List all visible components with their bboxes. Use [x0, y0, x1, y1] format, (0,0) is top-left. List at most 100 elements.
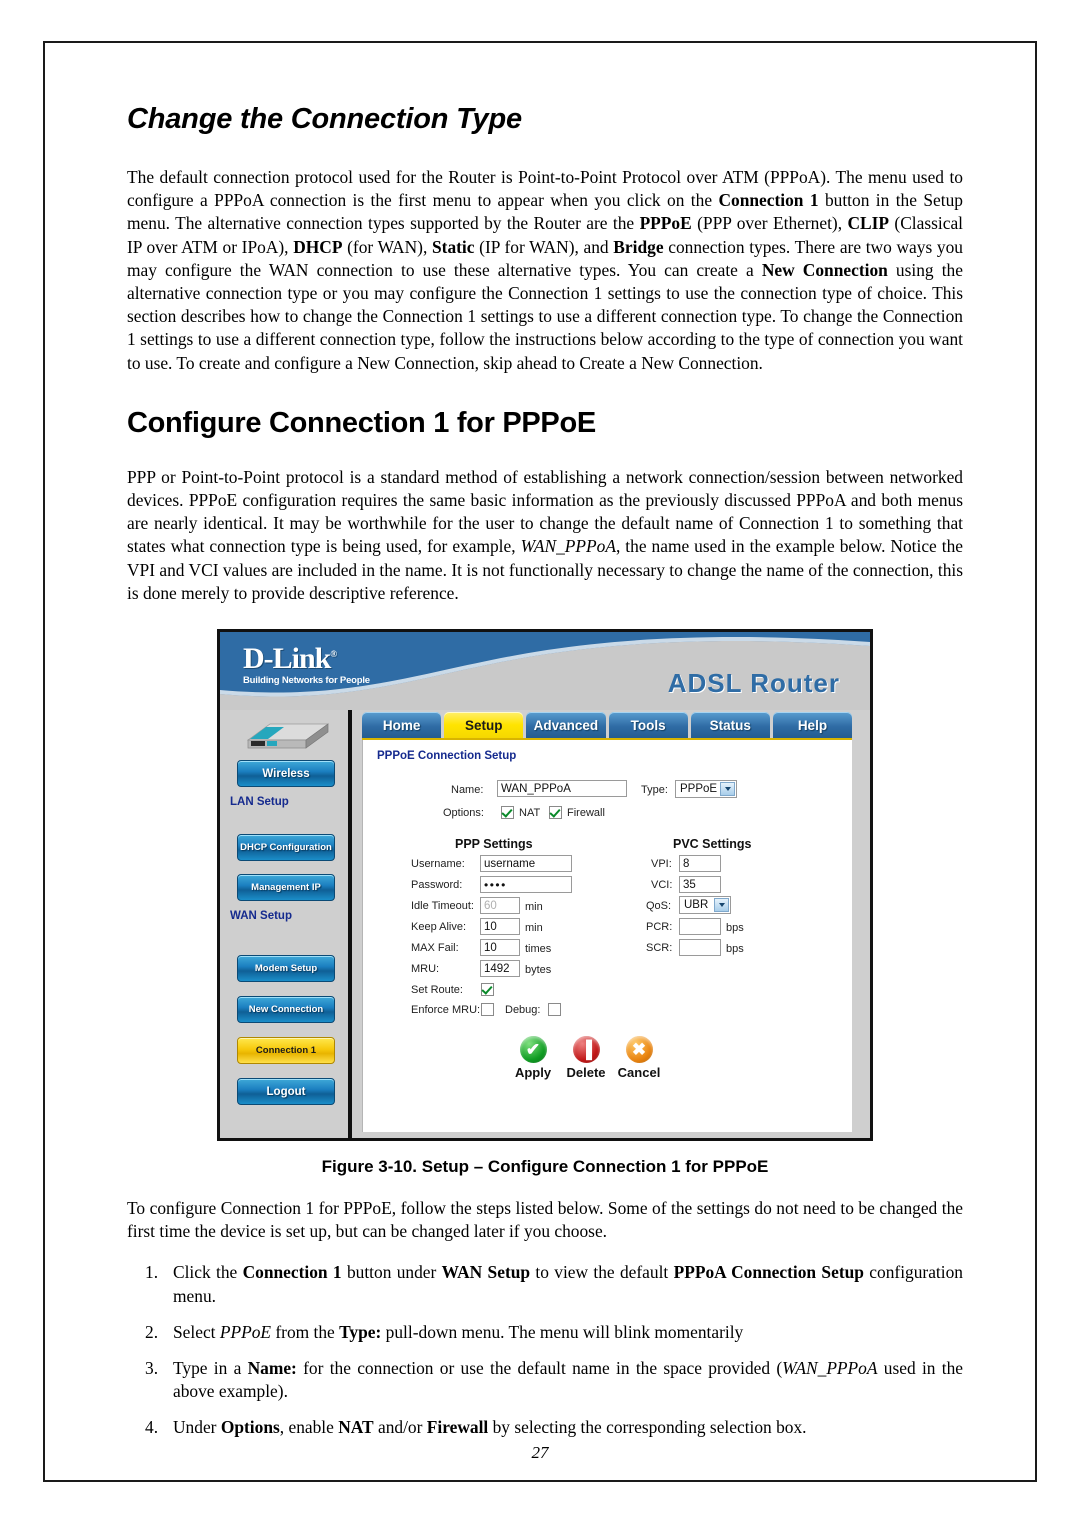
vci-input[interactable]: 35: [679, 876, 721, 894]
enforce-mru-label: Enforce MRU:: [411, 1004, 481, 1017]
router-nav-tabs: Home Setup Advanced Tools Status Help: [362, 712, 853, 741]
cancel-button[interactable]: ✖ Cancel: [609, 1036, 669, 1080]
tab-advanced[interactable]: Advanced: [526, 712, 606, 739]
chevron-down-icon-qos[interactable]: [714, 898, 729, 913]
apply-label: Apply: [514, 1065, 552, 1081]
vpi-input[interactable]: 8: [679, 855, 721, 873]
para1-bold1: Connection 1: [718, 190, 819, 211]
sidebar-label-wireless: Wireless: [262, 767, 310, 780]
idle-timeout-input[interactable]: 60: [480, 897, 520, 915]
idle-timeout-label: Idle Timeout:: [411, 900, 474, 913]
step1-bold2: WAN Setup: [441, 1262, 531, 1283]
tab-label-home: Home: [382, 717, 421, 733]
sidebar-section-wan-setup: WAN Setup: [230, 910, 292, 923]
para1-bold4: DHCP: [293, 236, 343, 257]
sidebar-button-logout[interactable]: Logout: [237, 1078, 335, 1106]
nat-checkbox[interactable]: [501, 806, 514, 820]
max-fail-input[interactable]: 10: [480, 939, 520, 957]
delete-label: Delete: [566, 1065, 606, 1081]
mru-unit: bytes: [525, 964, 552, 977]
set-route-checkbox[interactable]: [481, 983, 494, 997]
step4-text3: and/or: [373, 1417, 427, 1438]
chevron-down-icon[interactable]: [720, 782, 735, 797]
pvc-settings-title: PVC Settings: [673, 837, 752, 852]
mru-label: MRU:: [411, 963, 440, 976]
pppoe-connection-setup-panel: PPPoE Connection Setup Name: WAN_PPPoA T…: [362, 740, 852, 1133]
page-title: Change the Connection Type: [127, 103, 522, 135]
intro-paragraph: The default connection protocol used for…: [127, 166, 963, 375]
sidebar-button-wireless[interactable]: Wireless: [237, 760, 335, 788]
tab-label-tools: Tools: [630, 717, 666, 733]
sidebar-button-new-connection[interactable]: New Connection: [237, 996, 335, 1024]
password-input[interactable]: ••••: [480, 876, 572, 894]
step3-text1: Type in a: [173, 1358, 248, 1379]
type-select[interactable]: PPPoE: [675, 780, 737, 799]
step1-bold1: Connection 1: [242, 1262, 342, 1283]
tab-home[interactable]: Home: [362, 712, 442, 739]
enforce-mru-checkbox[interactable]: [481, 1003, 494, 1017]
tab-tools[interactable]: Tools: [608, 712, 688, 739]
debug-checkbox[interactable]: [548, 1003, 561, 1017]
scr-input[interactable]: [679, 939, 721, 957]
router-header-banner: D-Link® Building Networks for People ADS…: [220, 632, 870, 711]
delete-button[interactable]: ▐ Delete: [556, 1036, 616, 1080]
tab-setup[interactable]: Setup: [444, 712, 524, 739]
step4-text1: Under: [173, 1417, 221, 1438]
para1-bold5: Static: [431, 236, 475, 257]
step2-text3: pull-down menu. The menu will blink mome…: [381, 1321, 744, 1342]
step2-text2: from the: [271, 1321, 340, 1342]
password-label: Password:: [411, 879, 463, 892]
idle-timeout-unit: min: [525, 901, 543, 914]
figure-container: D-Link® Building Networks for People ADS…: [127, 629, 963, 1142]
step2-italic1: PPPoE: [219, 1321, 272, 1342]
step1-text3: to view the default: [530, 1262, 674, 1283]
apply-glyph: ✔: [525, 1040, 541, 1060]
sidebar-button-dhcp-configuration[interactable]: DHCP Configuration: [237, 834, 335, 862]
pcr-label: PCR:: [646, 921, 673, 934]
registered-trademark-icon: ®: [330, 649, 337, 660]
tab-label-status: Status: [709, 717, 751, 733]
pcr-input[interactable]: [679, 918, 721, 936]
step2-text1: Select: [173, 1321, 220, 1342]
firewall-label: Firewall: [567, 807, 605, 820]
para1-bold2: PPPoE: [639, 213, 692, 234]
firewall-checkbox[interactable]: [549, 806, 562, 820]
para1-bold7: New Connection: [761, 259, 888, 280]
keep-alive-input[interactable]: 10: [480, 918, 520, 936]
sidebar-button-modem-setup[interactable]: Modem Setup: [237, 955, 335, 983]
apply-icon: ✔: [519, 1036, 547, 1064]
tab-status[interactable]: Status: [690, 712, 770, 739]
steps-intro-paragraph: To configure Connection 1 for PPPoE, fol…: [127, 1198, 963, 1242]
ppp-settings-title: PPP Settings: [455, 837, 533, 852]
dlink-tagline: Building Networks for People: [243, 675, 370, 687]
tab-help[interactable]: Help: [772, 712, 853, 739]
para1-bold6: Bridge: [613, 236, 664, 257]
section-title: Configure Connection 1 for PPPoE: [127, 406, 596, 439]
sidebar-label-dhcp-configuration: DHCP Configuration: [240, 842, 332, 854]
router-device-icon: [246, 723, 330, 749]
sidebar-label-logout: Logout: [266, 1085, 306, 1098]
tab-label-advanced: Advanced: [533, 717, 599, 733]
tab-label-setup: Setup: [465, 717, 503, 733]
keep-alive-label: Keep Alive:: [411, 921, 467, 934]
qos-select[interactable]: UBR: [679, 896, 731, 915]
sidebar-section-lan-setup: LAN Setup: [230, 796, 289, 809]
pcr-unit: bps: [726, 922, 744, 935]
sidebar-button-management-ip[interactable]: Management IP: [237, 874, 335, 902]
router-sidebar: Wireless LAN Setup DHCP Configuration Ma…: [220, 710, 352, 1139]
figure-caption: Figure 3-10. Setup – Configure Connectio…: [321, 1157, 769, 1177]
username-input[interactable]: username: [480, 855, 572, 873]
apply-button[interactable]: ✔ Apply: [503, 1036, 563, 1080]
delete-icon: ▐: [572, 1036, 600, 1064]
page-number: 27: [531, 1443, 549, 1462]
panel-heading: PPPoE Connection Setup: [377, 750, 517, 763]
name-label: Name:: [451, 784, 484, 797]
cancel-icon: ✖: [625, 1036, 653, 1064]
nat-label: NAT: [519, 807, 541, 820]
para1-bold3: CLIP: [847, 213, 890, 234]
sidebar-button-connection-1[interactable]: Connection 1: [237, 1037, 335, 1065]
pppoe-description-paragraph: PPP or Point-to-Point protocol is a stan…: [127, 466, 963, 605]
name-input[interactable]: WAN_PPPoA: [497, 780, 627, 798]
router-content-area: Home Setup Advanced Tools Status Help PP…: [356, 710, 870, 1139]
mru-input[interactable]: 1492: [480, 960, 520, 978]
